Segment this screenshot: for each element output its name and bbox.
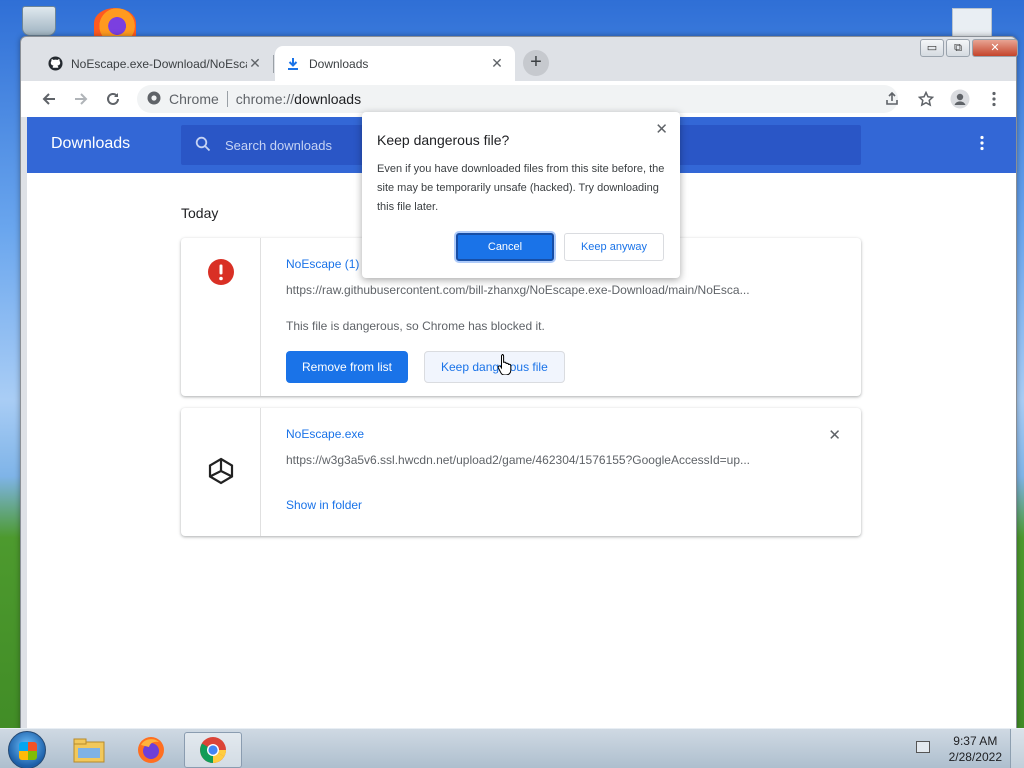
recycle-bin-icon[interactable] [22,6,56,36]
address-bar[interactable]: Chrome chrome:// downloads [137,85,898,113]
remove-item-icon[interactable]: ✕ [828,426,841,444]
document-desktop-icon[interactable] [952,8,992,38]
github-icon [47,56,63,72]
windows-logo-icon [19,742,37,760]
maximize-button[interactable]: ⧉ [946,39,970,57]
download-source-url[interactable]: https://w3g3a5v6.ssl.hwcdn.net/upload2/g… [286,453,750,467]
show-in-folder-link[interactable]: Show in folder [286,498,362,512]
search-placeholder: Search downloads [225,137,332,153]
download-file-name[interactable]: NoEscape (1) [286,257,359,271]
cancel-button[interactable]: Cancel [456,233,554,261]
dialog-message: Even if you have downloaded files from t… [377,163,665,213]
download-file-name[interactable]: NoEscape.exe [286,427,364,441]
forward-arrow-icon[interactable] [67,85,95,113]
minimize-button[interactable]: ▭ [920,39,944,57]
more-options-icon[interactable] [980,135,984,156]
download-icon [285,56,301,72]
reload-icon[interactable] [99,85,127,113]
page-title: Downloads [51,135,131,152]
keep-dangerous-file-button[interactable]: Keep dangerous file [424,351,565,383]
share-icon[interactable] [878,85,906,113]
taskbar: 9:37 AM 2/28/2022 [0,728,1024,768]
remove-from-list-button[interactable]: Remove from list [286,351,409,383]
firefox-icon[interactable] [122,732,180,768]
tab-separator [273,55,274,73]
close-window-button[interactable]: ✕ [972,39,1018,57]
download-source-url[interactable]: https://raw.githubusercontent.com/bill-z… [286,283,750,297]
hand-cursor-icon [497,353,513,380]
start-button[interactable] [8,731,46,768]
tab-strip: NoEscape.exe-Download/NoEscape ✕ Downloa… [21,37,1018,81]
chrome-icon[interactable] [184,732,242,768]
clock-time: 9:37 AM [953,734,998,748]
date-section-label: Today [181,205,219,221]
danger-icon [207,258,235,291]
new-tab-button[interactable]: + [523,50,549,76]
close-dialog-icon[interactable]: ✕ [655,120,668,138]
file-explorer-icon[interactable] [60,732,118,768]
window-controls: ▭ ⧉ ✕ [918,39,1018,57]
download-status-text: This file is dangerous, so Chrome has bl… [286,319,545,333]
omnibox-divider [226,91,228,107]
clock-date: 2/28/2022 [948,750,1002,764]
url-scheme: chrome:// [235,91,295,107]
download-item-complete: NoEscape.exe https://w3g3a5v6.ssl.hwcdn.… [181,408,861,536]
unity-icon [206,456,236,491]
toolbar-actions [878,85,1008,113]
clock[interactable]: 9:37 AM 2/28/2022 [949,733,1002,765]
url-path: downloads [294,91,362,107]
chrome-menu-icon[interactable] [980,85,1008,113]
close-tab-icon[interactable]: ✕ [489,55,505,72]
tab-downloads[interactable]: Downloads ✕ [275,46,515,81]
file-icon-column [181,408,261,536]
search-icon [195,136,211,155]
tab-title: NoEscape.exe-Download/NoEscape [71,56,247,71]
chrome-logo-icon [147,91,161,108]
show-desktop-button[interactable] [1010,729,1024,768]
firefox-desktop-icon[interactable] [94,8,136,38]
site-label: Chrome [169,91,219,107]
back-arrow-icon[interactable] [35,85,63,113]
keep-dangerous-file-dialog: Keep dangerous file? ✕ Even if you have … [362,112,680,278]
profile-avatar-icon[interactable] [946,85,974,113]
file-icon-column [181,238,261,396]
network-tray-icon[interactable] [916,741,930,753]
bookmark-star-icon[interactable] [912,85,940,113]
tab-github[interactable]: NoEscape.exe-Download/NoEscape ✕ [37,46,273,81]
tab-title: Downloads [309,56,369,71]
close-tab-icon[interactable]: ✕ [247,55,263,72]
dialog-title: Keep dangerous file? [377,132,510,148]
keep-anyway-button[interactable]: Keep anyway [564,233,664,261]
